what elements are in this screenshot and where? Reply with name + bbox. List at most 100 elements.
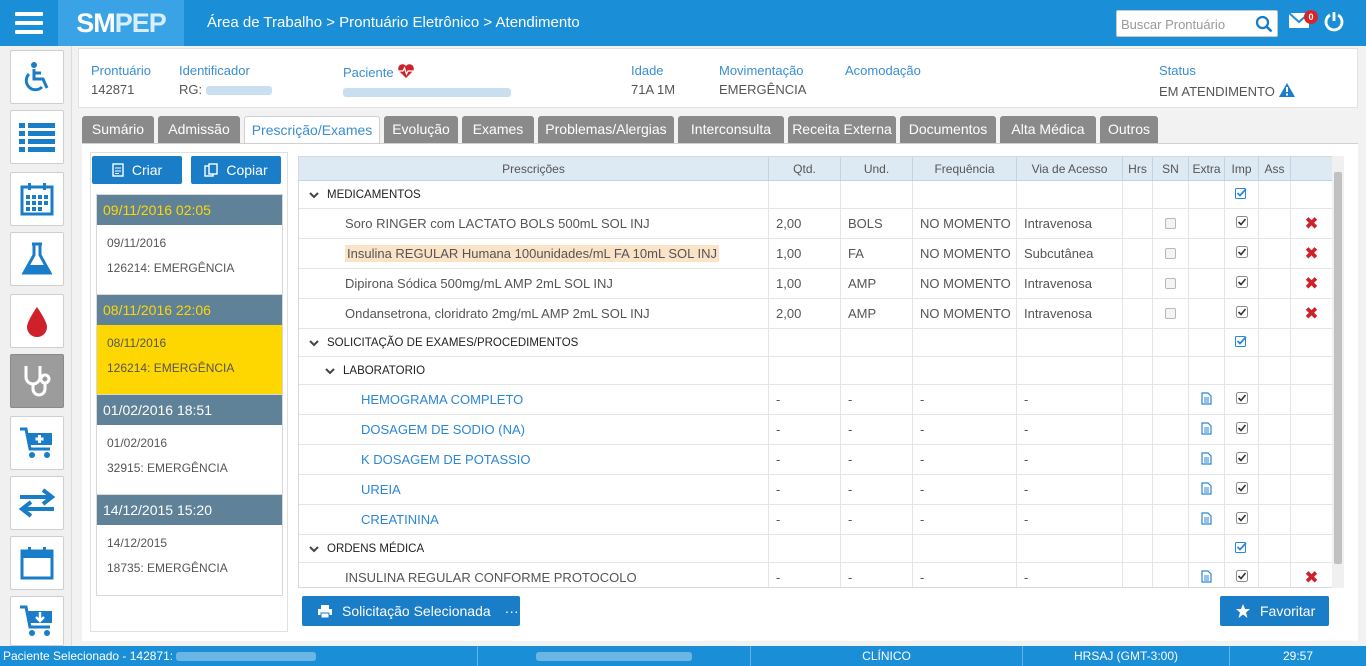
imp-checkbox[interactable] bbox=[1235, 452, 1248, 467]
tab-outros[interactable]: Outros bbox=[1100, 116, 1158, 143]
tab-alta-medica[interactable]: Alta Médica bbox=[1000, 116, 1096, 143]
lab-exam-link: DOSAGEM DE SODIO (NA) bbox=[361, 422, 525, 437]
sn-checkbox[interactable] bbox=[1165, 218, 1176, 229]
app-logo[interactable]: SM PEP bbox=[58, 0, 184, 46]
unit: AMP bbox=[848, 306, 877, 321]
sn-checkbox[interactable] bbox=[1165, 278, 1176, 289]
heart-pulse-icon[interactable] bbox=[397, 63, 415, 79]
frequency: NO MOMENTO bbox=[920, 306, 1011, 321]
quantity: 1,00 bbox=[776, 276, 802, 291]
field-acomodacao: Acomodação bbox=[845, 63, 921, 78]
medication-row[interactable]: Dipirona Sódica 500mg/mL AMP 2mL SOL INJ… bbox=[299, 269, 1333, 299]
document-icon[interactable] bbox=[1201, 569, 1212, 586]
lab-row[interactable]: HEMOGRAMA COMPLETO - - - - bbox=[299, 385, 1333, 415]
medication-row[interactable]: Soro RINGER com LACTATO BOLS 500mL SOL I… bbox=[299, 209, 1333, 239]
tab-evolucao[interactable]: Evolução bbox=[384, 116, 458, 143]
lab-row[interactable]: UREIA - - - - bbox=[299, 475, 1333, 505]
document-icon[interactable] bbox=[1201, 421, 1212, 438]
search-input[interactable]: Buscar Prontuário bbox=[1116, 10, 1278, 37]
tab-problemas-alergias[interactable]: Problemas/Alergias bbox=[538, 116, 674, 143]
medication-row[interactable]: Ondansetrona, cloridrato 2mg/mL AMP 2mL … bbox=[299, 299, 1333, 329]
empty-value: - bbox=[920, 392, 925, 407]
select-all-checkbox[interactable] bbox=[1235, 187, 1248, 202]
search-icon[interactable] bbox=[1255, 15, 1273, 33]
copiar-button[interactable]: Copiar bbox=[191, 156, 281, 184]
medication-name: Soro RINGER com LACTATO BOLS 500mL SOL I… bbox=[345, 216, 650, 231]
document-icon[interactable] bbox=[1201, 451, 1212, 468]
search-placeholder: Buscar Prontuário bbox=[1121, 17, 1226, 32]
prescription-card[interactable]: 01/02/2016 18:51 01/02/2016 32915: EMERGÊ… bbox=[96, 394, 283, 496]
imp-checkbox[interactable] bbox=[1235, 422, 1248, 437]
chevron-down-icon[interactable] bbox=[309, 335, 319, 350]
imp-checkbox[interactable] bbox=[1235, 276, 1248, 291]
calendar-grid-icon[interactable] bbox=[10, 172, 64, 226]
delete-icon[interactable]: ✖ bbox=[1304, 568, 1318, 588]
stethoscope-icon[interactable] bbox=[10, 354, 64, 408]
power-icon[interactable] bbox=[1323, 10, 1345, 35]
favoritar-button[interactable]: Favoritar bbox=[1220, 596, 1329, 626]
warning-icon[interactable] bbox=[1278, 82, 1296, 98]
menu-icon[interactable] bbox=[0, 0, 58, 46]
tab-admissao[interactable]: Admissão bbox=[158, 116, 240, 143]
imp-checkbox[interactable] bbox=[1235, 306, 1248, 321]
chevron-down-icon[interactable] bbox=[309, 541, 319, 556]
tab-exames[interactable]: Exames bbox=[462, 116, 534, 143]
imp-checkbox[interactable] bbox=[1235, 512, 1248, 527]
group-row-medicamentos[interactable]: MEDICAMENTOS bbox=[299, 181, 1333, 209]
tab-documentos[interactable]: Documentos bbox=[900, 116, 996, 143]
list-icon[interactable] bbox=[10, 110, 64, 164]
card-date: 08/11/2016 bbox=[107, 336, 167, 350]
select-all-checkbox[interactable] bbox=[1235, 541, 1248, 556]
accessibility-icon[interactable] bbox=[10, 50, 64, 104]
group-row-exames[interactable]: SOLICITAÇÃO DE EXAMES/PROCEDIMENTOS bbox=[299, 329, 1333, 357]
tab-receita-externa[interactable]: Receita Externa bbox=[788, 116, 896, 143]
document-icon[interactable] bbox=[1201, 481, 1212, 498]
calendar-icon[interactable] bbox=[10, 536, 64, 590]
lab-exam-link: HEMOGRAMA COMPLETO bbox=[361, 392, 524, 407]
group-row-laboratorio[interactable]: LABORATORIO bbox=[299, 357, 1333, 385]
delete-icon[interactable]: ✖ bbox=[1304, 274, 1318, 294]
chevron-down-icon[interactable] bbox=[325, 363, 335, 378]
lab-row[interactable]: CREATININA - - - - bbox=[299, 505, 1333, 535]
delete-icon[interactable]: ✖ bbox=[1304, 244, 1318, 264]
group-row-ordens[interactable]: ORDENS MÉDICA bbox=[299, 535, 1333, 563]
criar-button[interactable]: Criar bbox=[92, 156, 182, 184]
medication-row[interactable]: Insulina REGULAR Humana 100unidades/mL F… bbox=[299, 239, 1333, 269]
chevron-down-icon[interactable] bbox=[309, 187, 319, 202]
imp-checkbox[interactable] bbox=[1235, 482, 1248, 497]
prescription-card[interactable]: 09/11/2016 02:05 09/11/2016 126214: EMERG… bbox=[96, 194, 283, 296]
tab-interconsulta[interactable]: Interconsulta bbox=[678, 116, 784, 143]
empty-value: - bbox=[848, 452, 853, 467]
empty-value: - bbox=[1024, 452, 1029, 467]
solicitacao-selecionada-button[interactable]: Solicitação Selecionada ··· bbox=[302, 596, 520, 626]
tab-prescricao-exames[interactable]: Prescrição/Exames bbox=[244, 116, 380, 143]
sn-checkbox[interactable] bbox=[1165, 308, 1176, 319]
document-icon[interactable] bbox=[1201, 391, 1212, 408]
cart-download-icon[interactable] bbox=[10, 596, 64, 646]
flask-icon[interactable] bbox=[10, 232, 64, 286]
blood-drop-icon[interactable] bbox=[10, 294, 64, 348]
cart-add-icon[interactable] bbox=[10, 416, 64, 470]
select-all-checkbox[interactable] bbox=[1235, 335, 1248, 350]
more-icon[interactable]: ··· bbox=[505, 603, 519, 619]
tab-bar: Sumário Admissão Prescrição/Exames Evolu… bbox=[82, 116, 1358, 143]
transfer-icon[interactable] bbox=[10, 476, 64, 530]
delete-icon[interactable]: ✖ bbox=[1304, 304, 1318, 324]
prescription-card[interactable]: 14/12/2015 15:20 14/12/2015 18735: EMERGÊ… bbox=[96, 494, 283, 596]
acomodacao-label: Acomodação bbox=[845, 63, 921, 78]
sn-checkbox[interactable] bbox=[1165, 248, 1176, 259]
empty-value: - bbox=[1024, 422, 1029, 437]
grid-scrollbar[interactable] bbox=[1332, 156, 1344, 588]
imp-checkbox[interactable] bbox=[1235, 246, 1248, 261]
prontuario-label: Prontuário bbox=[91, 63, 151, 78]
imp-checkbox[interactable] bbox=[1235, 216, 1248, 231]
prescription-card[interactable]: 08/11/2016 22:06 08/11/2016 126214: EMERG… bbox=[96, 294, 283, 396]
lab-row[interactable]: K DOSAGEM DE POTASSIO - - - - bbox=[299, 445, 1333, 475]
imp-checkbox[interactable] bbox=[1235, 570, 1248, 585]
imp-checkbox[interactable] bbox=[1235, 392, 1248, 407]
delete-icon[interactable]: ✖ bbox=[1304, 214, 1318, 234]
order-row[interactable]: INSULINA REGULAR CONFORME PROTOCOLO - - - - ✖ bbox=[299, 563, 1333, 588]
tab-sumario[interactable]: Sumário bbox=[82, 116, 154, 143]
lab-row[interactable]: DOSAGEM DE SODIO (NA) - - - - bbox=[299, 415, 1333, 445]
document-icon[interactable] bbox=[1201, 511, 1212, 528]
